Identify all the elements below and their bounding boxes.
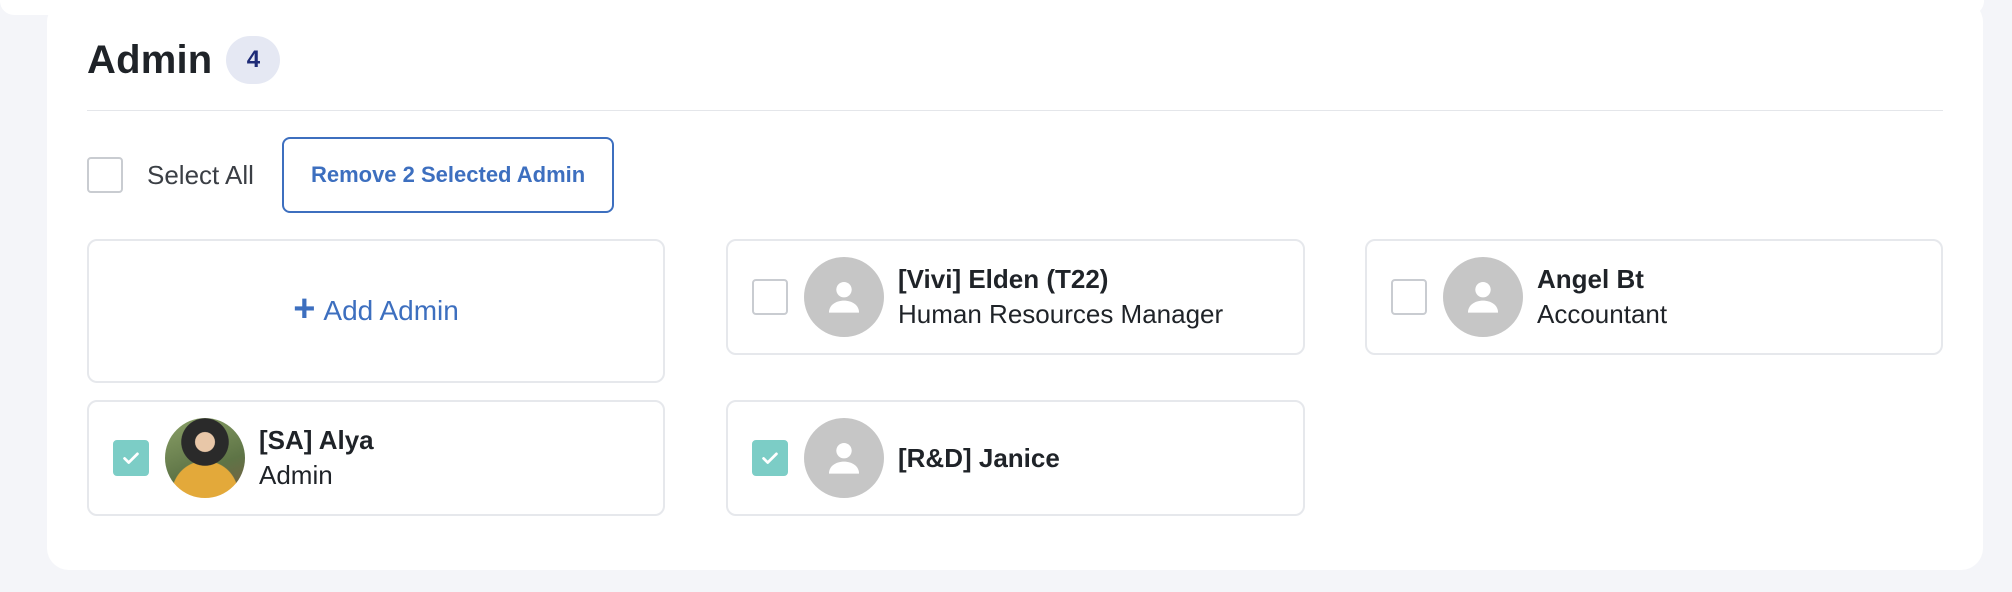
profile-photo <box>165 418 245 498</box>
add-admin-label: Add Admin <box>323 295 459 326</box>
default-avatar-icon <box>1443 257 1523 337</box>
admin-select-checkbox[interactable] <box>752 440 788 476</box>
admin-card[interactable]: Angel Bt Accountant <box>1365 239 1943 355</box>
divider <box>87 110 1943 111</box>
section-header: Admin 4 <box>87 34 281 86</box>
check-icon <box>762 452 778 464</box>
admin-select-checkbox[interactable] <box>113 440 149 476</box>
admin-name: [R&D] Janice <box>898 442 1060 473</box>
admin-name: [Vivi] Elden (T22) <box>898 264 1109 294</box>
admin-role: Accountant <box>1537 299 1668 329</box>
remove-selected-admin-button[interactable]: Remove 2 Selected Admin <box>281 137 615 213</box>
add-admin-button[interactable]: + Add Admin <box>87 239 665 383</box>
admin-select-checkbox[interactable] <box>752 279 788 315</box>
select-all-label[interactable]: Select All <box>147 160 254 191</box>
default-avatar-icon <box>804 257 884 337</box>
select-all-checkbox[interactable] <box>87 157 123 193</box>
default-avatar-icon <box>804 418 884 498</box>
selection-toolbar: Select All Remove 2 Selected Admin <box>87 137 615 213</box>
admin-select-checkbox[interactable] <box>1391 279 1427 315</box>
admin-card[interactable]: [R&D] Janice <box>726 400 1305 516</box>
admin-info: [R&D] Janice <box>898 443 1060 474</box>
plus-icon: + <box>293 288 316 330</box>
admin-info: [Vivi] Elden (T22) Human Resources Manag… <box>898 264 1223 330</box>
admin-count-badge: 4 <box>226 36 281 84</box>
section-title: Admin <box>87 37 213 82</box>
admin-role: Admin <box>259 460 333 490</box>
admin-card[interactable]: [Vivi] Elden (T22) Human Resources Manag… <box>726 239 1305 355</box>
admin-info: [SA] Alya Admin <box>259 425 374 491</box>
admin-card[interactable]: [SA] Alya Admin <box>87 400 665 516</box>
check-icon <box>123 452 139 464</box>
admin-info: Angel Bt Accountant <box>1537 264 1667 330</box>
admin-role: Human Resources Manager <box>898 299 1224 329</box>
admin-name: Angel Bt <box>1537 264 1644 294</box>
admin-name: [SA] Alya <box>259 425 374 455</box>
admin-section-card: Admin 4 Select All Remove 2 Selected Adm… <box>47 0 1983 570</box>
